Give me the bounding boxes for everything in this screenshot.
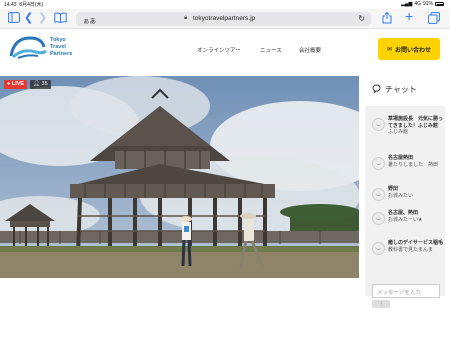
battery-icon — [435, 2, 444, 6]
nav-company[interactable]: 会社概要 — [299, 46, 321, 54]
chat-message: 名古屋熱田 暑たりしました 熱田 — [372, 155, 444, 170]
reader-options-button[interactable]: ぁあ — [83, 15, 96, 25]
bookmarks-icon[interactable] — [54, 12, 67, 26]
nav-news[interactable]: ニュース — [260, 46, 282, 54]
company-logo[interactable] — [8, 34, 48, 62]
chat-panel: チャット 草場施設長 元気に勝ってきました！ふじみ館 ふじみ館 名古屋熱田 暑た… — [365, 76, 445, 316]
avatar — [372, 118, 385, 131]
person-icon: 👤︎ — [33, 81, 40, 87]
share-icon[interactable] — [382, 11, 392, 27]
chat-message-text: 教科書で見たまんま — [388, 246, 433, 253]
chat-message: 名古屋、熱田 お城みたーい★ — [372, 210, 444, 225]
avatar — [372, 157, 385, 170]
chat-message-input[interactable]: メッセージを入力 — [372, 284, 440, 298]
logo-text: Tokyo Travel Partners — [50, 37, 73, 57]
chat-message-text: 暑たりしました 熱田 — [388, 161, 439, 168]
nav-online-tour[interactable]: オンラインツアー — [197, 46, 241, 54]
chat-header: チャット — [372, 84, 417, 95]
contact-button[interactable]: ✉ お問い合わせ — [378, 38, 440, 60]
chat-message-text: お城みたい — [388, 192, 414, 199]
chat-message: 草場施設長 元気に勝ってきました！ふじみ館 ふじみ館 — [372, 116, 444, 136]
site-header: Tokyo Travel Partners オンラインツアー ニュース 会社概要… — [0, 30, 450, 68]
address-bar[interactable]: ぁあ 🔒︎ tokyotravelpartners.jp ↻ — [76, 12, 371, 26]
chat-message-text: お城みたーい★ — [388, 216, 423, 223]
chat-message-list[interactable]: 草場施設長 元気に勝ってきました！ふじみ館 ふじみ館 名古屋熱田 暑たりしました… — [365, 106, 445, 296]
status-bar: 14:43 8月4日(木) ▂▄▆ 4G 91% — [0, 0, 450, 9]
signal-icon: ▂▄▆ — [401, 1, 413, 7]
status-indicators: ▂▄▆ 4G 91% — [401, 1, 444, 7]
chat-title: チャット — [385, 85, 417, 94]
avatar — [372, 242, 385, 255]
signal-label: 4G — [414, 1, 421, 7]
lock-icon: 🔒︎ — [184, 15, 188, 21]
live-badge: ● LIVE — [4, 80, 28, 89]
browser-toolbar: ❮ ❯ ぁあ 🔒︎ tokyotravelpartners.jp ↻ + — [0, 9, 450, 29]
chat-send-button[interactable]: ↑ — [372, 300, 390, 308]
back-icon[interactable]: ❮ — [24, 12, 33, 24]
live-video[interactable]: ● LIVE 👤︎ 35 — [0, 76, 359, 278]
avatar — [372, 212, 385, 225]
chat-message-text: ふじみ館 — [388, 129, 409, 135]
url-text[interactable]: tokyotravelpartners.jp — [193, 15, 255, 22]
mail-icon: ✉ — [386, 46, 392, 53]
new-tab-icon[interactable]: + — [405, 9, 413, 23]
chat-bubble-icon — [372, 84, 381, 95]
battery-label: 91% — [422, 1, 433, 7]
chat-message: 癒しのデイサービス稲毛 教科書で見たまんま — [372, 240, 444, 255]
status-time: 14:43 8月4日(木) — [4, 2, 44, 8]
forward-icon[interactable]: ❯ — [38, 12, 47, 24]
chat-message: 野田 お城みたい — [372, 186, 444, 201]
sidebar-icon[interactable] — [8, 12, 20, 26]
chat-message-name: 草場施設長 元気に勝ってきました！ふじみ館 — [388, 116, 444, 129]
reload-icon[interactable]: ↻ — [358, 14, 365, 23]
video-frame — [0, 76, 359, 278]
chat-message-name: 名古屋、熱田 — [388, 210, 419, 216]
viewer-count-badge: 👤︎ 35 — [30, 80, 51, 89]
avatar — [372, 188, 385, 201]
chat-message-name: 癒しのデイサービス稲毛 — [388, 240, 444, 246]
tabs-icon[interactable] — [428, 12, 440, 27]
